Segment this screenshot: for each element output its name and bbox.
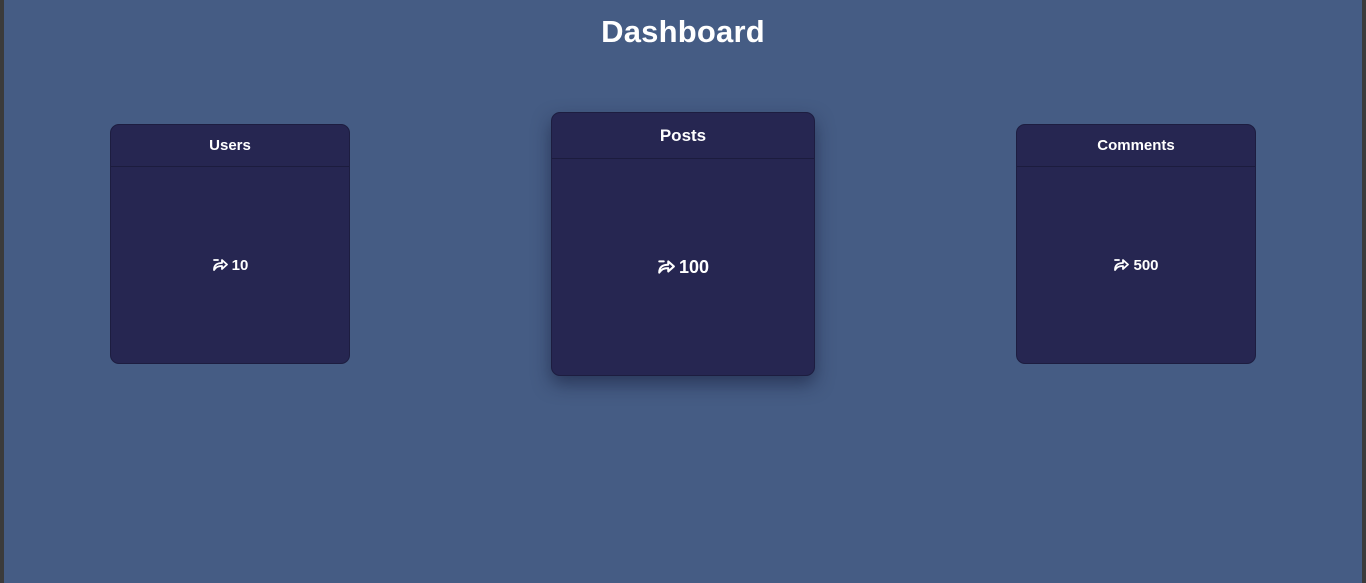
card-value: 100	[678, 256, 710, 277]
card-title: Comments	[1097, 137, 1175, 154]
card-header: Users	[111, 125, 349, 167]
users-card[interactable]: Users 10	[110, 124, 350, 364]
card-stat: 10	[212, 256, 249, 274]
card-body: 10	[111, 167, 349, 363]
comments-card[interactable]: Comments 500	[1016, 124, 1256, 364]
card-body: 100	[552, 159, 814, 375]
card-title: Users	[209, 137, 251, 154]
posts-card[interactable]: Posts 100	[551, 112, 815, 376]
share-arrow-icon	[657, 258, 675, 276]
card-value: 500	[1133, 256, 1159, 274]
share-arrow-icon	[1113, 257, 1130, 273]
card-title: Posts	[659, 125, 707, 145]
dashboard-page: Dashboard Users 10 Posts 100 Comments 50…	[4, 0, 1362, 583]
card-stat: 100	[657, 257, 709, 278]
share-arrow-icon	[212, 257, 228, 273]
card-stat: 500	[1113, 256, 1159, 274]
card-header: Comments	[1017, 125, 1255, 167]
card-header: Posts	[552, 113, 814, 159]
card-body: 500	[1017, 167, 1255, 363]
card-value: 10	[231, 256, 249, 274]
page-title: Dashboard	[601, 14, 765, 49]
